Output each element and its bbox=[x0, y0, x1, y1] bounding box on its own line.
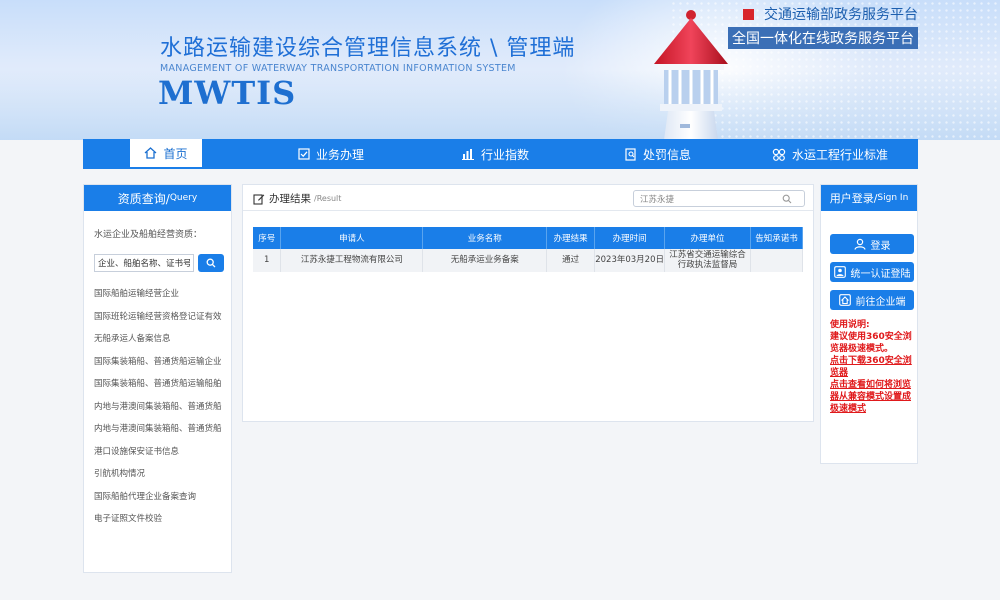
system-subtitle-en: MANAGEMENT OF WATERWAY TRANSPORTATION IN… bbox=[160, 63, 516, 74]
nav-standards-label: 水运工程行业标准 bbox=[792, 147, 889, 162]
result-panel-title-en: /Result bbox=[314, 194, 342, 203]
document-search-icon bbox=[625, 147, 636, 161]
user-badge-icon bbox=[833, 266, 846, 278]
result-panel-title-group: 办理结果 /Result bbox=[253, 191, 341, 206]
column-header: 告知承诺书 bbox=[750, 227, 804, 249]
nav-industry-index-label: 行业指数 bbox=[481, 147, 530, 162]
edit-document-icon bbox=[253, 193, 265, 205]
nav-home-label: 首页 bbox=[163, 146, 188, 161]
nav-penalty-label: 处罚信息 bbox=[643, 147, 692, 162]
portal-links: 交通运输部政务服务平台 全国一体化在线政务服务平台 bbox=[728, 4, 918, 49]
system-logo: MWTIS bbox=[158, 74, 297, 112]
usage-notes-title: 使用说明: bbox=[830, 320, 870, 330]
cell-result: 通过 bbox=[546, 249, 596, 272]
query-search-row bbox=[94, 254, 231, 272]
home-icon bbox=[838, 294, 851, 306]
login-panel-header: 用户登录/Sign In bbox=[821, 185, 917, 211]
column-header: 业务名称 bbox=[422, 227, 548, 249]
nav-industry-index[interactable]: 行业指数 bbox=[462, 139, 529, 169]
main-nav: 首页 业务办理 行业指数 处罚信息 水运工程行业标准 bbox=[83, 139, 918, 169]
query-label: 水运企业及船舶经营资质： bbox=[94, 230, 203, 240]
nav-home[interactable]: 首页 bbox=[130, 139, 202, 169]
unified-auth-button-label: 统一认证登陆 bbox=[850, 268, 911, 280]
table-row[interactable]: 1 江苏永捷工程物流有限公司 无船承运业务备案 通过 2023年03月20日 江… bbox=[253, 249, 804, 272]
query-list-item[interactable]: 国际集装箱船、普通货船运输船舶 bbox=[94, 373, 224, 396]
query-list-item[interactable]: 国际班轮运输经营资格登记证有效 bbox=[94, 306, 224, 329]
column-header: 办理单位 bbox=[664, 227, 751, 249]
result-panel-header: 办理结果 /Result bbox=[243, 185, 813, 211]
nav-business[interactable]: 业务办理 bbox=[298, 139, 364, 169]
header-banner: 水路运输建设综合管理信息系统 \ 管理端 MANAGEMENT OF WATER… bbox=[0, 0, 1000, 140]
query-list-item[interactable]: 电子证照文件校验 bbox=[94, 508, 224, 531]
query-list-item[interactable]: 内地与港澳间集装箱船、普通货船 bbox=[94, 396, 224, 419]
query-list-item[interactable]: 引航机构情况 bbox=[94, 463, 224, 486]
column-header: 办理结果 bbox=[546, 227, 596, 249]
login-button[interactable]: 登录 bbox=[830, 234, 914, 254]
query-list-item[interactable]: 港口设施保安证书信息 bbox=[94, 441, 224, 464]
red-square-icon bbox=[743, 8, 754, 20]
search-icon bbox=[206, 258, 216, 268]
login-panel-title-en: Sign In bbox=[877, 193, 909, 203]
cell-commitment[interactable] bbox=[750, 249, 804, 272]
query-list-item[interactable]: 国际船舶代理企业备案查询 bbox=[94, 486, 224, 509]
unified-auth-button[interactable]: 统一认证登陆 bbox=[830, 262, 914, 282]
enterprise-portal-button-label: 前往企业端 bbox=[855, 296, 906, 308]
query-list-item[interactable]: 国际集装箱船、普通货船运输企业 bbox=[94, 351, 224, 374]
query-search-input[interactable] bbox=[94, 254, 194, 272]
search-icon[interactable] bbox=[782, 194, 792, 204]
enterprise-portal-button[interactable]: 前往企业端 bbox=[830, 290, 914, 310]
system-title: 水路运输建设综合管理信息系统 \ 管理端 bbox=[160, 36, 576, 61]
query-panel: 资质查询/Query 水运企业及船舶经营资质： 国际船舶运输经营企业 国际班轮运… bbox=[83, 184, 232, 573]
query-panel-title-en: Query bbox=[169, 193, 198, 203]
query-list-item[interactable]: 国际船舶运输经营企业 bbox=[94, 283, 224, 306]
check-square-icon bbox=[298, 148, 310, 160]
cell-date: 2023年03月20日 bbox=[594, 249, 666, 272]
login-panel: 用户登录/Sign In 登录 统一认证登陆 前往企业端 使用说明: 建议使用3… bbox=[820, 184, 918, 464]
cell-unit: 江苏省交通运输综合行政执法监督局 bbox=[664, 249, 751, 272]
home-icon bbox=[145, 147, 157, 159]
usage-notes: 使用说明: 建议使用360安全浏览器极速模式。 点击下载360安全浏览器 点击查… bbox=[830, 319, 914, 415]
query-list-item[interactable]: 内地与港澳间集装箱船、普通货船 bbox=[94, 418, 224, 441]
result-table-header-row: 序号 申请人 业务名称 办理结果 办理时间 办理单位 告知承诺书 bbox=[253, 227, 804, 249]
national-portal-link[interactable]: 全国一体化在线政务服务平台 bbox=[728, 27, 918, 49]
usage-notes-text: 建议使用360安全浏览器极速模式。 bbox=[830, 332, 912, 354]
download-360-browser-link[interactable]: 点击下载360安全浏览器 bbox=[830, 355, 914, 379]
login-button-label: 登录 bbox=[870, 240, 891, 252]
query-list: 国际船舶运输经营企业 国际班轮运输经营资格登记证有效 无船承运人备案信息 国际集… bbox=[84, 283, 231, 531]
column-header: 序号 bbox=[253, 227, 282, 249]
login-panel-title: 用户登录/ bbox=[829, 192, 878, 205]
gear-cluster-icon bbox=[772, 148, 786, 161]
nav-standards[interactable]: 水运工程行业标准 bbox=[772, 139, 888, 169]
cell-business: 无船承运业务备案 bbox=[422, 249, 548, 272]
result-panel: 办理结果 /Result 序号 申请人 业务名称 办理结果 办理时间 办理单位 … bbox=[242, 184, 814, 422]
user-icon bbox=[853, 238, 866, 250]
speed-mode-howto-link[interactable]: 点击查看如何将浏览器从兼容模式设置成极速模式 bbox=[830, 379, 914, 415]
query-search-button[interactable] bbox=[198, 254, 224, 272]
ministry-portal-label: 交通运输部政务服务平台 bbox=[764, 7, 918, 23]
column-header: 办理时间 bbox=[594, 227, 666, 249]
query-panel-header: 资质查询/Query bbox=[84, 185, 231, 211]
query-panel-title: 资质查询/ bbox=[117, 191, 170, 206]
ministry-portal-link[interactable]: 交通运输部政务服务平台 bbox=[728, 4, 918, 24]
nav-penalty[interactable]: 处罚信息 bbox=[625, 139, 691, 169]
result-search-box bbox=[633, 190, 805, 207]
cell-applicant: 江苏永捷工程物流有限公司 bbox=[280, 249, 424, 272]
cell-index: 1 bbox=[253, 249, 282, 272]
query-list-item[interactable]: 无船承运人备案信息 bbox=[94, 328, 224, 351]
bar-chart-icon bbox=[462, 149, 475, 160]
result-search-input[interactable] bbox=[634, 191, 782, 206]
nav-business-label: 业务办理 bbox=[316, 147, 365, 162]
result-panel-title: 办理结果 bbox=[269, 193, 311, 205]
result-table: 序号 申请人 业务名称 办理结果 办理时间 办理单位 告知承诺书 1 江苏永捷工… bbox=[253, 227, 804, 272]
column-header: 申请人 bbox=[280, 227, 424, 249]
